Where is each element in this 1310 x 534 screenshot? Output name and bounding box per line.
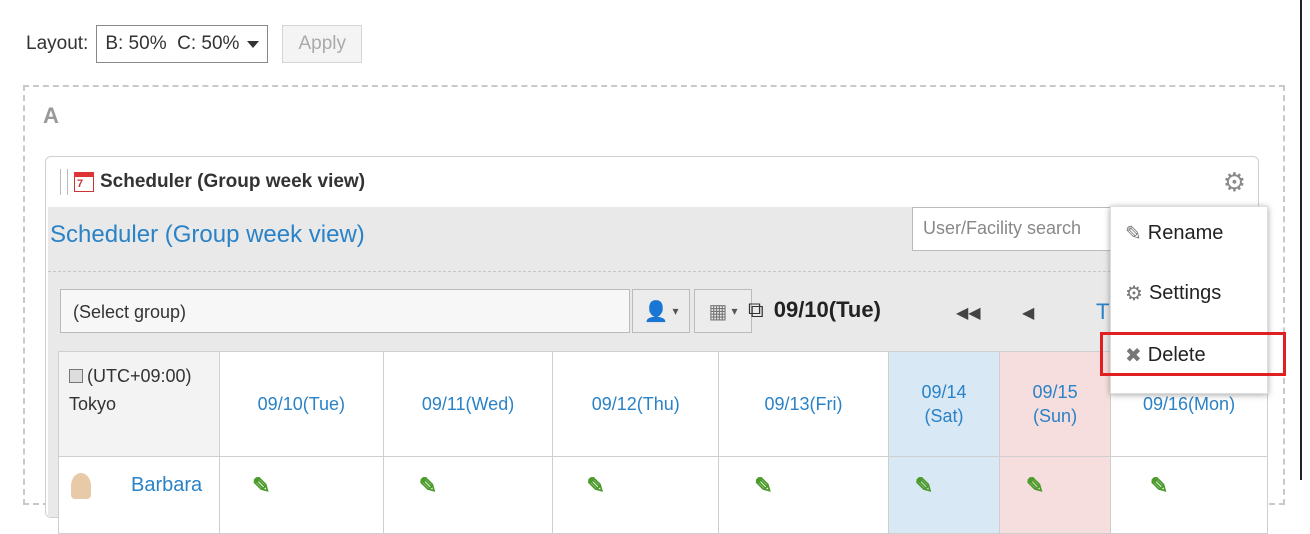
user-name[interactable]: Barbara <box>131 474 202 496</box>
add-event-icon[interactable]: ✎ <box>1150 473 1168 499</box>
grid-header-row: (UTC+09:00) Tokyo 09/10(Tue) 09/11(Wed) … <box>57 351 1268 457</box>
portlet-header: 7 Scheduler (Group week view) ⚙ <box>46 157 1258 207</box>
add-event-icon[interactable]: ✎ <box>1026 473 1044 499</box>
apply-button[interactable]: Apply <box>282 25 362 63</box>
scheduler-toolbar: (Select group) 👤 ▾ ▦ ▾ ⧉ 09/10(Tue) ◀◀ ◀ T <box>48 287 1256 339</box>
add-event-icon[interactable]: ✎ <box>754 473 772 499</box>
prev-day-icon[interactable]: ◀ <box>1022 303 1034 323</box>
region-label: A <box>43 103 59 128</box>
gear-icon[interactable]: ⚙ <box>1223 169 1246 195</box>
layout-selected-value: B: 50% C: 50% <box>105 33 240 54</box>
add-event-icon[interactable]: ✎ <box>419 473 437 499</box>
layout-label: Layout: <box>26 33 89 54</box>
prev-week-icon[interactable]: ◀◀ <box>956 303 981 323</box>
timezone-city: Tokyo <box>69 394 117 414</box>
gear-icon: ⚙ <box>1125 283 1143 305</box>
day-header[interactable]: 09/12(Thu) <box>552 351 720 457</box>
add-event-icon[interactable]: ✎ <box>915 473 933 499</box>
portlet-title: Scheduler (Group week view) <box>100 171 366 192</box>
delete-highlight-box <box>1100 332 1286 376</box>
chevron-down-icon <box>247 40 260 48</box>
copy-icon[interactable]: ⧉ <box>748 297 764 323</box>
day-header-sunday[interactable]: 09/15 (Sun) <box>999 351 1112 457</box>
scheduler-portlet: 7 Scheduler (Group week view) ⚙ Schedule… <box>45 156 1268 534</box>
day-header[interactable]: 09/10(Tue) <box>219 351 384 457</box>
chevron-down-icon: ▾ <box>672 304 679 318</box>
current-date: 09/10(Tue) <box>773 297 881 322</box>
schedule-cell[interactable]: ✎ <box>382 456 554 534</box>
avatar <box>71 473 91 499</box>
today-link[interactable]: T <box>1096 299 1109 325</box>
group-select[interactable]: (Select group) <box>60 289 630 333</box>
menu-item-settings[interactable]: ⚙ Settings <box>1125 281 1221 306</box>
user-cell: Barbara <box>57 456 221 534</box>
schedule-grid: (UTC+09:00) Tokyo 09/10(Tue) 09/11(Wed) … <box>57 351 1268 534</box>
timezone-icon <box>69 369 83 383</box>
schedule-cell[interactable]: ✎ <box>887 456 1001 534</box>
person-icon: 👤 <box>643 300 669 323</box>
schedule-cell[interactable]: ✎ <box>552 456 720 534</box>
drag-handle-icon[interactable] <box>60 169 68 195</box>
timezone-cell: (UTC+09:00) Tokyo <box>57 351 221 457</box>
schedule-cell[interactable]: ✎ <box>219 456 384 534</box>
user-picker-button[interactable]: 👤 ▾ <box>632 289 690 333</box>
facility-picker-button[interactable]: ▦ ▾ <box>694 289 752 333</box>
facility-icon: ▦ <box>708 300 728 323</box>
portlet-body: Scheduler (Group week view) User/Facilit… <box>48 207 1268 534</box>
schedule-cell[interactable]: ✎ <box>1110 456 1268 534</box>
day-header-saturday[interactable]: 09/14 (Sat) <box>887 351 1001 457</box>
user-facility-search-input[interactable]: User/Facility search <box>912 207 1122 251</box>
table-row: Barbara ✎ ✎ ✎ ✎ ✎ ✎ ✎ <box>57 456 1268 534</box>
add-event-icon[interactable]: ✎ <box>252 473 270 499</box>
day-header[interactable]: 09/11(Wed) <box>382 351 554 457</box>
layout-select[interactable]: B: 50% C: 50% <box>96 25 269 63</box>
pencil-icon: ✎ <box>1125 223 1142 245</box>
day-header[interactable]: 09/13(Fri) <box>718 351 889 457</box>
layout-region-a: A 7 Scheduler (Group week view) ⚙ Schedu… <box>23 85 1285 534</box>
chevron-down-icon: ▾ <box>731 304 738 318</box>
schedule-cell[interactable]: ✎ <box>999 456 1112 534</box>
timezone-label: (UTC+09:00) <box>87 366 192 386</box>
add-event-icon[interactable]: ✎ <box>587 473 605 499</box>
date-display: ⧉ 09/10(Tue) <box>748 297 881 323</box>
divider <box>48 271 1256 272</box>
layout-bar: Layout: B: 50% C: 50% Apply <box>26 25 362 63</box>
scheduler-link[interactable]: Scheduler (Group week view) <box>50 221 365 249</box>
schedule-cell[interactable]: ✎ <box>718 456 889 534</box>
calendar-icon: 7 <box>74 172 94 192</box>
menu-item-rename[interactable]: ✎ Rename <box>1125 221 1223 246</box>
